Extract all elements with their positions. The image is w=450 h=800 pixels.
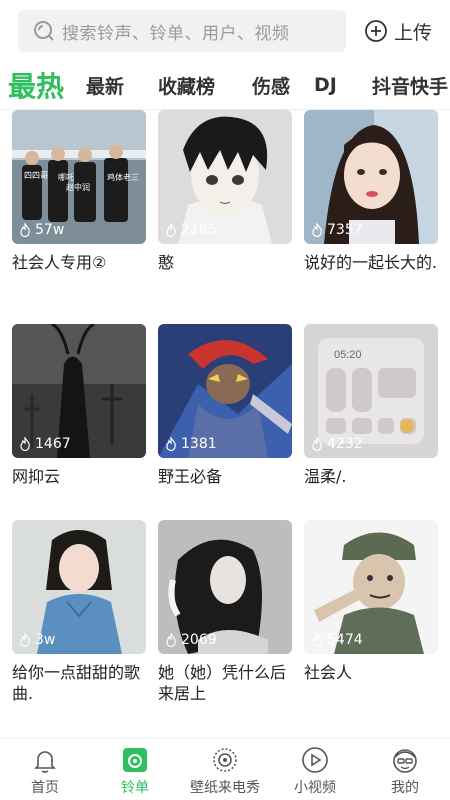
nav-label: 首页: [31, 780, 59, 796]
tab-sad[interactable]: 伤感: [252, 62, 290, 108]
play-count-value: 1467: [35, 436, 71, 452]
cover-image: 3w: [12, 520, 146, 654]
cover-image: 5474: [304, 520, 438, 654]
flame-icon: [166, 633, 176, 647]
flame-icon: [166, 223, 176, 237]
play-count: 1467: [18, 436, 71, 452]
playlist-title: 野王必备: [158, 467, 223, 486]
play-count: 2069: [164, 632, 217, 648]
header: 搜索铃声、铃单、用户、视频 上传: [0, 0, 450, 62]
playlist-card[interactable]: 1381 野王必备: [158, 324, 292, 487]
play-count: 1381: [164, 436, 217, 452]
nav-short-video[interactable]: 小视频: [270, 739, 360, 800]
playlist-card[interactable]: 7357 说好的一起长大的.: [304, 110, 438, 273]
play-count-value: 7357: [327, 222, 363, 238]
nav-label: 壁纸来电秀: [190, 780, 260, 796]
plus-circle-icon: [365, 20, 387, 42]
flame-icon: [166, 437, 176, 451]
play-count-value: 2069: [181, 632, 217, 648]
nav-wallpaper-call[interactable]: 壁纸来电秀: [180, 739, 270, 800]
cover-image: 05:20 4232: [304, 324, 438, 458]
playlist-card[interactable]: 3w 给你一点甜甜的歌曲.: [12, 520, 146, 704]
cover-image: 四四哥 哪吒 赵中润 鸡体老三 57w: [12, 110, 146, 244]
play-count: 3w: [18, 632, 55, 648]
playlist-title: 网抑云: [12, 467, 61, 486]
bottom-nav: 首页 铃单 壁纸来电秀 小视频 我的: [0, 738, 450, 800]
playlist-title: 社会人: [304, 663, 353, 682]
flame-icon: [312, 437, 322, 451]
playlist-card[interactable]: 1467 网抑云: [12, 324, 146, 487]
play-count: 7357: [310, 222, 363, 238]
play-count: 5474: [310, 632, 363, 648]
play-count-value: 5474: [327, 632, 363, 648]
tab-douyin[interactable]: 抖音快手: [372, 62, 448, 108]
overlay-name: 鸡体老三: [107, 172, 139, 182]
playlist-card[interactable]: 2185 憨: [158, 110, 292, 273]
nav-label: 小视频: [294, 780, 336, 796]
play-count-value: 1381: [181, 436, 217, 452]
tab-dj[interactable]: DJ: [314, 62, 337, 108]
tab-new[interactable]: 最新: [86, 62, 124, 108]
playlist-title: 社会人专用②: [12, 253, 107, 272]
flame-icon: [312, 633, 322, 647]
overlay-time: 05:20: [334, 349, 362, 361]
tab-hot[interactable]: 最热: [8, 62, 64, 108]
upload-label: 上传: [394, 21, 433, 44]
search-placeholder: 搜索铃声、铃单、用户、视频: [62, 23, 290, 44]
playlist-icon: [123, 748, 147, 772]
flame-icon: [20, 633, 30, 647]
nav-label: 我的: [391, 780, 419, 796]
play-count: 2185: [164, 222, 217, 238]
play-count-value: 3w: [35, 632, 56, 648]
play-count: 4232: [310, 436, 363, 452]
playlist-card[interactable]: 四四哥 哪吒 赵中润 鸡体老三 57w 社会人专用②: [12, 110, 146, 273]
nav-profile[interactable]: 我的: [360, 739, 450, 800]
playlist-title: 憨: [158, 253, 175, 272]
nav-label: 铃单: [121, 780, 149, 796]
overlay-name: 四四哥: [24, 171, 48, 180]
nav-home[interactable]: 首页: [0, 739, 90, 800]
cover-image: 2185: [158, 110, 292, 244]
overlay-name: 赵中润: [66, 182, 90, 192]
playlist-title: 温柔/.: [304, 467, 347, 486]
upload-button[interactable]: 上传: [364, 14, 432, 48]
cover-image: 1381: [158, 324, 292, 458]
search-input[interactable]: 搜索铃声、铃单、用户、视频: [18, 10, 346, 52]
play-count-value: 57w: [35, 222, 65, 238]
nav-playlist[interactable]: 铃单: [90, 739, 180, 800]
flame-icon: [312, 223, 322, 237]
playlist-title: 给你一点甜甜的歌曲.: [12, 663, 141, 703]
playlist-card[interactable]: 05:20 4232 温柔/.: [304, 324, 438, 487]
dial-icon: [213, 748, 237, 772]
face-icon: [393, 749, 417, 773]
cover-image: 7357: [304, 110, 438, 244]
play-count-value: 2185: [181, 222, 217, 238]
play-count: 57w: [18, 222, 64, 238]
tab-favorites[interactable]: 收藏榜: [158, 62, 215, 108]
flame-icon: [20, 223, 30, 237]
bell-icon: [34, 751, 56, 773]
cover-image: 1467: [12, 324, 146, 458]
cover-image: 2069: [158, 520, 292, 654]
overlay-name: 哪吒: [58, 173, 74, 182]
category-tabs: 最热 最新 收藏榜 伤感 DJ 抖音快手: [0, 62, 450, 110]
playlist-title: 她（她）凭什么后来居上: [158, 663, 287, 703]
playlist-card[interactable]: 2069 她（她）凭什么后来居上: [158, 520, 292, 704]
playlist-card[interactable]: 5474 社会人: [304, 520, 438, 683]
playlist-title: 说好的一起长大的.: [304, 253, 438, 272]
search-icon: [34, 21, 54, 41]
flame-icon: [20, 437, 30, 451]
play-count-value: 4232: [327, 436, 363, 452]
play-icon: [302, 747, 328, 773]
